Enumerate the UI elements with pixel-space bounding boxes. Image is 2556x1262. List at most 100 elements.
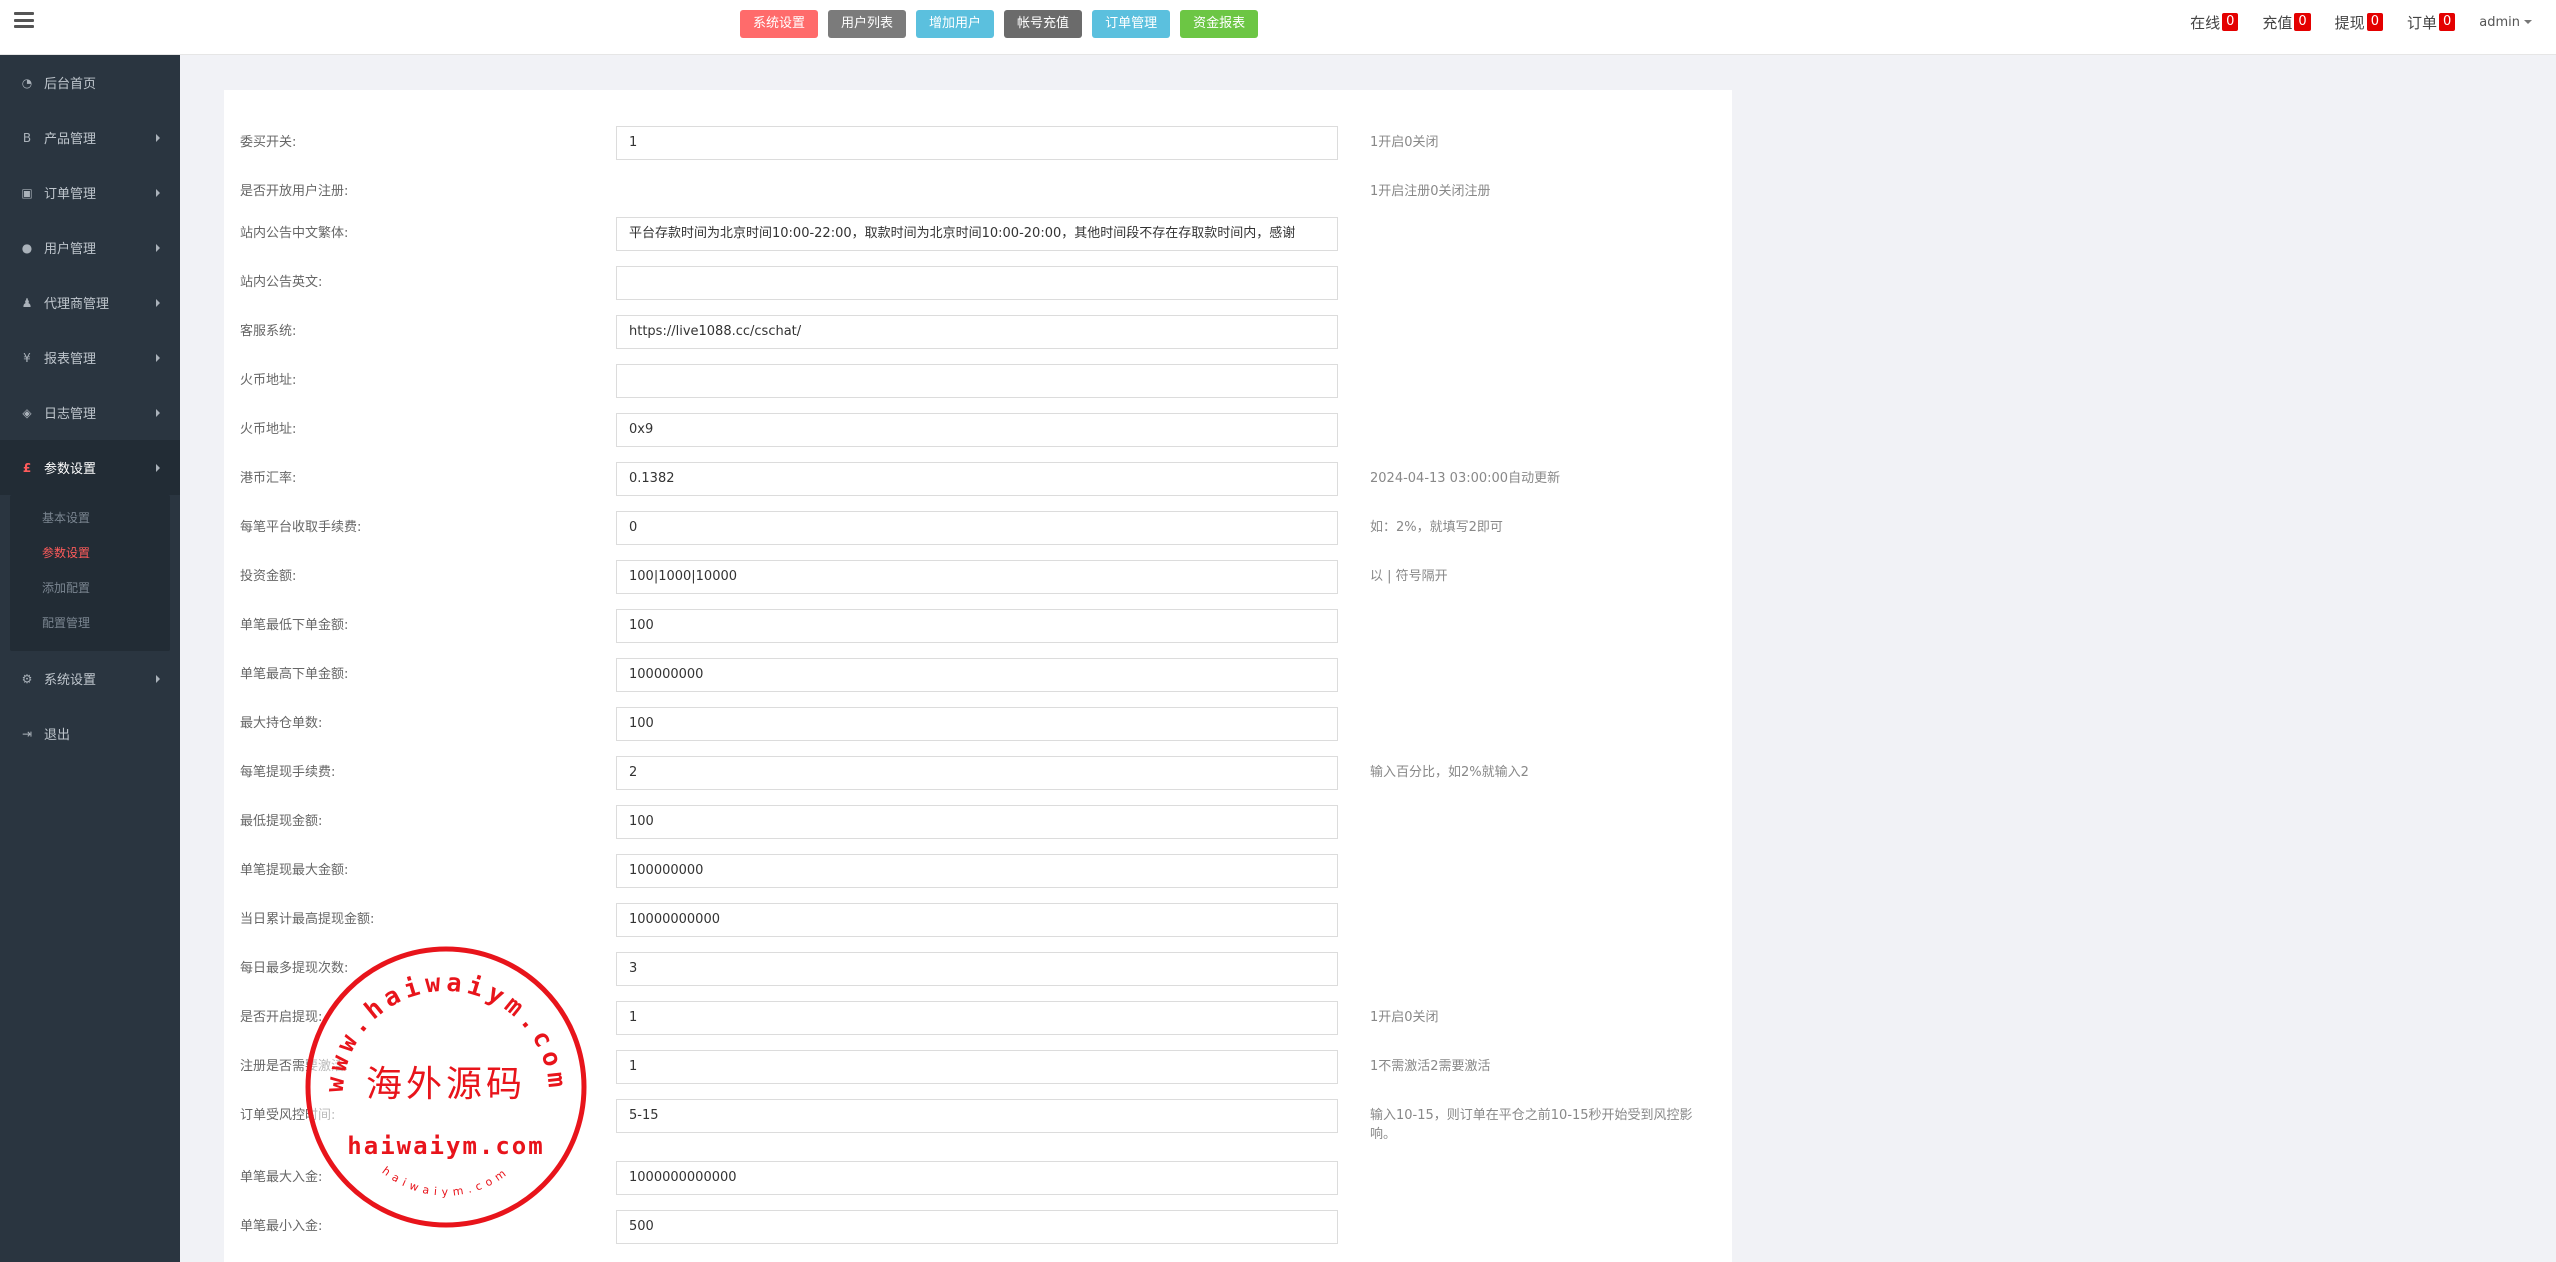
sidebar-item-label: 订单管理	[44, 187, 97, 202]
field-input[interactable]: 5-15	[616, 1099, 1338, 1133]
field-input[interactable]: 1000000000000	[616, 1161, 1338, 1195]
field-input[interactable]: 10000000000	[616, 903, 1338, 937]
copy-icon: ▣	[21, 185, 33, 200]
submenu-item[interactable]: 基本设置	[10, 501, 170, 536]
field-input[interactable]: https://live1088.cc/cschat/	[616, 315, 1338, 349]
sign-out-icon: ⇥	[21, 726, 33, 741]
field-input[interactable]: 100	[616, 707, 1338, 741]
field-input[interactable]: 0x9	[616, 413, 1338, 447]
sidebar-item-3[interactable]: ● 用户管理	[0, 220, 180, 275]
user-list-button[interactable]: 用户列表	[828, 10, 907, 38]
stat-badge: 0	[2222, 13, 2239, 31]
field-label: 注册是否需要激活:	[240, 1059, 349, 1074]
chevron-down-icon	[2524, 20, 2532, 24]
sidebar-item-2[interactable]: ▣ 订单管理	[0, 165, 180, 220]
form-row: 单笔最低下单金额: 100	[224, 609, 1732, 643]
sidebar-item-7[interactable]: £ 参数设置	[0, 440, 180, 495]
field-label: 火币地址:	[240, 373, 297, 388]
field-input[interactable]: 100	[616, 805, 1338, 839]
field-input[interactable]: 1	[616, 1001, 1338, 1035]
form-row: 投资金额: 100|1000|10000 以 | 符号隔开	[224, 560, 1732, 594]
stat-withdraw[interactable]: 提现 0	[2327, 8, 2391, 36]
stat-recharge[interactable]: 充值 0	[2254, 8, 2318, 36]
submenu-item[interactable]: 参数设置	[10, 536, 170, 571]
form-row: 站内公告中文繁体: 平台存款时间为北京时间10:00-22:00，取款时间为北京时…	[224, 217, 1732, 251]
field-input[interactable]	[616, 266, 1338, 300]
field-input[interactable]: 100|1000|10000	[616, 560, 1338, 594]
form-row: 当日累计最高提现金额: 10000000000	[224, 903, 1732, 937]
field-label: 最大持仓单数:	[240, 716, 323, 731]
field-input[interactable]: 100	[616, 609, 1338, 643]
submenu-item[interactable]: 配置管理	[10, 606, 170, 641]
system-settings-button[interactable]: 系统设置	[740, 10, 819, 38]
form-row: 注册是否需要激活: 1 1不需激活2需要激活	[224, 1050, 1732, 1084]
field-label: 最低提现金额:	[240, 814, 323, 829]
field-input[interactable]: 1	[616, 126, 1338, 160]
form-row: 每笔提现手续费: 2 输入百分比，如2%就输入2	[224, 756, 1732, 790]
user-menu[interactable]: admin	[2471, 15, 2540, 30]
field-input[interactable]: 平台存款时间为北京时间10:00-22:00，取款时间为北京时间10:00-20…	[616, 217, 1338, 251]
field-label: 投资金额:	[240, 569, 297, 584]
sidebar: ◔ 后台首页 B 产品管理 ▣ 订单管理 ● 用户管理 ♟ 代理商管理 ¥ 报表管理 ◈ 日志管理 £ 参数设…	[0, 55, 180, 1262]
sidebar-item-6[interactable]: ◈ 日志管理	[0, 385, 180, 440]
field-input[interactable]: 0	[616, 511, 1338, 545]
field-input[interactable]: 3	[616, 952, 1338, 986]
form-row: 单笔提现最大金额: 100000000	[224, 854, 1732, 888]
field-label: 是否开启提现:	[240, 1010, 323, 1025]
sidebar-item-label: 用户管理	[44, 242, 97, 257]
field-input[interactable]: 100000000	[616, 854, 1338, 888]
sidebar-item-label: 报表管理	[44, 352, 97, 367]
field-input[interactable]	[616, 364, 1338, 398]
field-input[interactable]: 0.1382	[616, 462, 1338, 496]
order-management-button[interactable]: 订单管理	[1092, 10, 1171, 38]
account-recharge-button[interactable]: 帐号充值	[1004, 10, 1083, 38]
field-label: 订单受风控时间:	[240, 1108, 336, 1123]
form-row: 客服系统: https://live1088.cc/cschat/	[224, 315, 1732, 349]
sidebar-item-5[interactable]: ¥ 报表管理	[0, 330, 180, 385]
form-row: 是否开启提现: 1 1开启0关闭	[224, 1001, 1732, 1035]
field-hint: 1开启注册0关闭注册	[1370, 184, 1491, 199]
quick-action-buttons: 系统设置 用户列表 增加用户 帐号充值 订单管理 资金报表	[740, 10, 1259, 38]
field-label: 单笔提现最大金额:	[240, 863, 349, 878]
stat-badge: 0	[2294, 13, 2311, 31]
menu-toggle-icon[interactable]	[14, 10, 34, 30]
add-user-button[interactable]: 增加用户	[916, 10, 995, 38]
field-label: 单笔最小入金:	[240, 1219, 323, 1234]
field-label: 站内公告中文繁体:	[240, 226, 349, 241]
funds-report-button[interactable]: 资金报表	[1180, 10, 1259, 38]
field-hint: 输入10-15，则订单在平仓之前10-15秒开始受到风控影响。	[1370, 1108, 1693, 1142]
sidebar-item-8[interactable]: ⚙ 系统设置	[0, 651, 180, 706]
field-input[interactable]: 500	[616, 1210, 1338, 1244]
field-label: 是否开放用户注册:	[240, 184, 349, 199]
form-row: 最大持仓单数: 100	[224, 707, 1732, 741]
field-input[interactable]: 100000000	[616, 658, 1338, 692]
form-row: 是否开放用户注册: 1开启注册0关闭注册	[224, 175, 1732, 209]
sidebar-item-4[interactable]: ♟ 代理商管理	[0, 275, 180, 330]
field-label: 单笔最高下单金额:	[240, 667, 349, 682]
form-row: 委买开关: 1 1开启0关闭	[224, 126, 1732, 160]
sidebar-item-label: 日志管理	[44, 407, 97, 422]
stat-orders[interactable]: 订单 0	[2399, 8, 2463, 36]
form-row: 订单受风控时间: 5-15 输入10-15，则订单在平仓之前10-15秒开始受到风控…	[224, 1099, 1732, 1142]
form-row: 站内公告英文:	[224, 266, 1732, 300]
stat-online[interactable]: 在线 0	[2182, 8, 2246, 36]
field-hint: 以 | 符号隔开	[1370, 569, 1448, 584]
field-label: 委买开关:	[240, 135, 297, 150]
sidebar-item-9[interactable]: ⇥ 退出	[0, 706, 180, 761]
submenu-item[interactable]: 添加配置	[10, 571, 170, 606]
field-label: 单笔最低下单金额:	[240, 618, 349, 633]
sidebar-item-0[interactable]: ◔ 后台首页	[0, 55, 180, 110]
chevron-right-icon	[156, 464, 160, 472]
tag-icon: ◈	[22, 405, 32, 420]
user-name: admin	[2479, 14, 2520, 30]
field-input[interactable]: 1	[616, 1050, 1338, 1084]
field-hint: 如：2%，就填写2即可	[1370, 520, 1503, 535]
chevron-right-icon	[156, 244, 160, 252]
field-hint: 输入百分比，如2%就输入2	[1370, 765, 1529, 780]
yen-icon: ¥	[23, 350, 31, 365]
sidebar-item-1[interactable]: B 产品管理	[0, 110, 180, 165]
sidebar-item-label: 退出	[44, 728, 71, 743]
chevron-right-icon	[156, 354, 160, 362]
top-right-stats: 在线 0 充值 0 提现 0 订单 0 admin	[2182, 8, 2540, 36]
field-input[interactable]: 2	[616, 756, 1338, 790]
